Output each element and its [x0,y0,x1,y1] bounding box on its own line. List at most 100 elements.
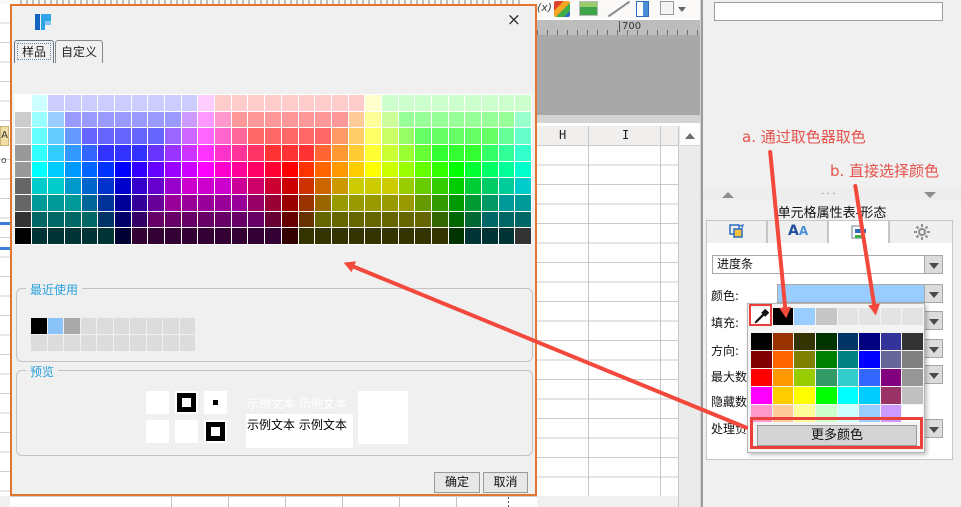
color-swatch[interactable] [415,211,431,228]
collapse-down-icon[interactable] [924,192,936,198]
color-swatch[interactable] [215,178,231,194]
color-swatch[interactable] [515,211,531,228]
color-swatch[interactable] [15,111,31,128]
color-swatch[interactable] [481,178,498,194]
color-swatch[interactable] [215,111,231,128]
color-swatch[interactable] [265,195,281,211]
color-swatch[interactable] [198,161,215,178]
color-swatch[interactable] [165,228,181,244]
color-swatch[interactable] [902,333,923,350]
color-swatch[interactable] [97,335,113,351]
cancel-button[interactable]: 取消 [483,472,528,493]
color-swatch[interactable] [315,111,331,128]
color-swatch[interactable] [448,111,465,128]
color-swatch[interactable] [15,95,31,111]
color-swatch[interactable] [15,128,31,144]
color-swatch[interactable] [165,211,181,228]
color-swatch[interactable] [81,178,98,194]
max-value-dropdown-arrow[interactable] [924,365,943,384]
color-swatch[interactable] [315,161,331,178]
color-swatch[interactable] [431,111,448,128]
color-swatch[interactable] [98,211,115,228]
color-swatch[interactable] [348,128,365,144]
color-swatch[interactable] [859,333,880,350]
color-swatch[interactable] [448,195,465,211]
color-swatch[interactable] [381,228,398,244]
color-swatch[interactable] [98,228,115,244]
color-swatch[interactable] [198,195,215,211]
tab-samples[interactable]: 样品 [14,40,54,63]
color-swatch[interactable] [481,161,498,178]
color-swatch[interactable] [498,178,515,194]
color-swatch[interactable] [231,228,248,244]
color-swatch[interactable] [48,111,65,128]
color-swatch[interactable] [215,128,231,144]
color-swatch[interactable] [880,308,902,325]
color-swatch[interactable] [163,318,179,334]
color-swatch[interactable] [465,228,481,244]
color-swatch[interactable] [837,369,859,386]
color-swatch[interactable] [248,95,265,111]
color-swatch[interactable] [265,178,281,194]
color-swatch[interactable] [215,211,231,228]
color-swatch[interactable] [65,228,81,244]
color-swatch[interactable] [248,178,265,194]
color-swatch[interactable] [415,178,431,194]
close-icon[interactable]: × [507,11,521,29]
color-swatch[interactable] [415,195,431,211]
color-swatch[interactable] [31,161,48,178]
color-swatch[interactable] [415,145,431,161]
color-swatch[interactable] [115,111,131,128]
color-swatch[interactable] [837,351,859,368]
line-tool-icon[interactable] [607,0,631,18]
color-swatch[interactable] [398,161,415,178]
color-swatch[interactable] [81,211,98,228]
formula-icon[interactable]: (x) [537,1,552,14]
color-swatch[interactable] [148,178,165,194]
color-swatch[interactable] [398,195,415,211]
color-swatch[interactable] [902,387,923,404]
color-swatch[interactable] [65,161,81,178]
panel-splitter[interactable]: ··· [703,187,961,201]
color-swatch[interactable] [81,228,98,244]
color-swatch[interactable] [751,369,772,386]
color-swatch[interactable] [65,128,81,144]
color-swatch[interactable] [165,178,181,194]
color-swatch[interactable] [415,95,431,111]
tab-cell-element[interactable] [706,220,767,244]
color-swatch[interactable] [381,178,398,194]
color-swatch[interactable] [381,161,398,178]
color-swatch[interactable] [431,228,448,244]
color-swatch[interactable] [130,335,146,351]
color-swatch[interactable] [130,318,146,334]
color-swatch[interactable] [165,128,181,144]
color-swatch[interactable] [448,211,465,228]
color-swatch[interactable] [515,228,531,244]
color-swatch[interactable] [65,195,81,211]
color-swatch[interactable] [80,335,96,351]
color-swatch[interactable] [248,161,265,178]
color-swatch[interactable] [298,111,315,128]
color-swatch[interactable] [198,211,215,228]
color-swatch[interactable] [448,161,465,178]
color-swatch[interactable] [281,111,298,128]
color-swatch[interactable] [498,161,515,178]
color-swatch[interactable] [163,335,179,351]
color-swatch[interactable] [48,195,65,211]
color-swatch[interactable] [498,145,515,161]
color-swatch[interactable] [515,145,531,161]
color-swatch[interactable] [772,351,794,368]
color-swatch[interactable] [198,111,215,128]
splitter-handle-icon[interactable]: ··· [821,187,838,200]
color-swatch[interactable] [98,95,115,111]
color-swatch[interactable] [365,211,381,228]
color-swatch[interactable] [880,333,902,350]
color-swatch[interactable] [331,161,348,178]
color-swatch[interactable] [179,318,195,334]
color-swatch[interactable] [198,178,215,194]
column-header-h[interactable]: H [559,128,566,142]
color-swatch[interactable] [315,128,331,144]
tab-custom[interactable]: 自定义 [55,40,103,63]
color-swatch[interactable] [315,228,331,244]
fill-dropdown-arrow[interactable] [924,311,943,330]
